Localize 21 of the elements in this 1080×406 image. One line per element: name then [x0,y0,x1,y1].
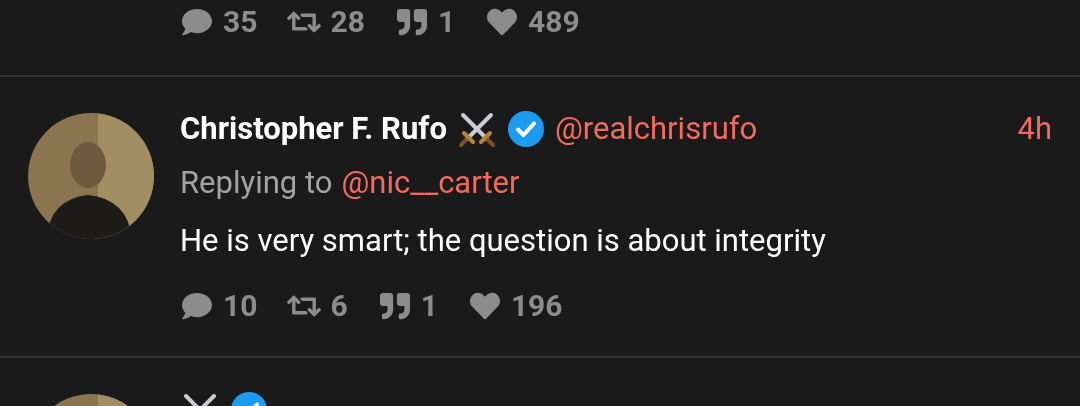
verified-badge-icon [506,110,545,148]
tweet-text: He is very smart; the question is about integrity [180,221,827,261]
count-label: 1 [437,7,456,37]
count-label: 28 [330,7,365,37]
comment-icon[interactable] [180,291,214,321]
quote-icon[interactable] [377,291,412,321]
count-label: 196 [510,291,563,321]
quote-icon[interactable] [394,7,429,37]
author-handle[interactable]: @realchrisrufo [554,105,758,153]
count-label: 10 [223,291,258,321]
count-label: 1 [420,291,438,321]
mention-link[interactable]: @nic__carter [341,159,520,207]
heart-icon[interactable] [485,7,520,37]
count-label: 6 [330,291,348,321]
count-label: 489 [528,7,580,37]
author-name[interactable]: Christopher F. Rufo [180,105,447,153]
heart-icon[interactable] [467,291,502,321]
comment-icon[interactable] [180,7,214,37]
timestamp: 4h [1017,108,1052,149]
replying-label: Replying to [180,162,333,203]
count-label: 35 [223,7,258,37]
